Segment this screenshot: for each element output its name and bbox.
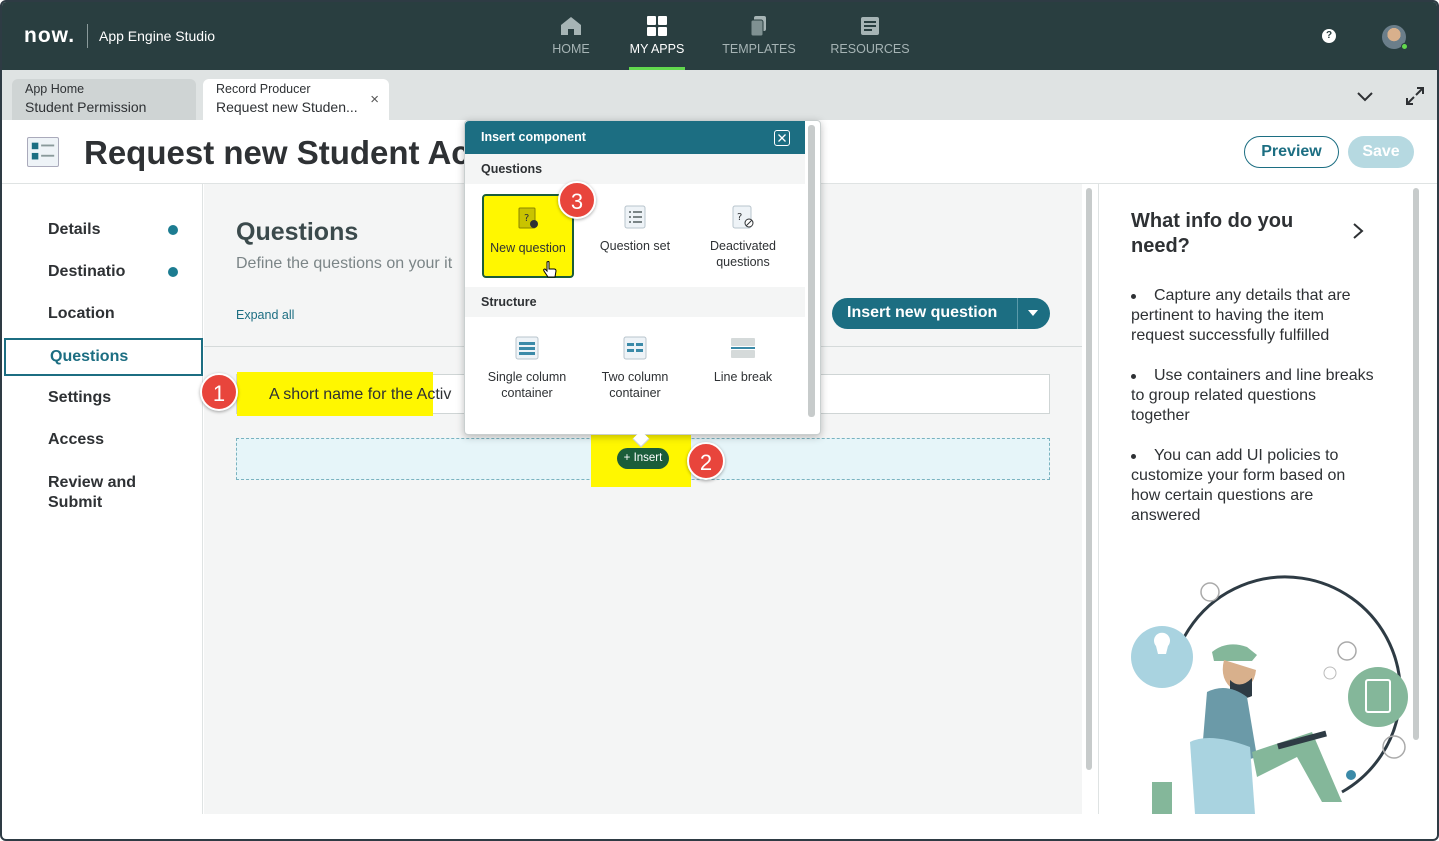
chevron-down-icon[interactable] [1356,87,1374,105]
section-title: Questions [236,218,359,246]
tab-type-label: App Home [25,82,85,96]
scrollbar[interactable] [1413,188,1419,740]
form-icon [27,137,59,167]
step-questions[interactable]: Questions [4,338,203,376]
tip-item: You can add UI policies to customize you… [1131,446,1376,526]
preview-button[interactable]: Preview [1244,136,1339,168]
tab-name-label: Student Permission [25,99,147,115]
section-label: Questions [481,162,543,176]
page-title: Request new Student Ac [84,134,470,171]
tab-record-producer[interactable]: Record Producer Request new Studen... × [203,79,389,120]
svg-text:?: ? [524,213,529,224]
option-label: Question set [599,239,671,253]
nav-resources[interactable]: RESOURCES [820,14,920,70]
two-column-icon [623,336,647,360]
nav-my-apps[interactable]: MY APPS [607,14,707,70]
deactivated-questions-icon: ? [732,205,754,229]
templates-icon [750,16,766,36]
expand-icon[interactable] [1404,85,1426,107]
section-structure: Structure [465,287,805,317]
split-divider [1017,298,1018,329]
step-label: Questions [50,348,129,365]
question-set-icon [624,205,646,229]
grid-icon [647,16,667,36]
question-set-option[interactable]: Question set [585,204,685,254]
step-label: Review and Submit [48,474,137,511]
step-label: Destinatio [48,263,126,280]
home-icon [561,17,581,35]
option-label: Single column container [487,370,567,400]
section-questions: Questions [465,154,805,184]
resources-icon [861,17,879,35]
option-label: Line break [713,370,773,384]
insert-new-question-button[interactable]: Insert new question [832,298,1050,329]
single-column-icon [515,336,539,360]
nav-my-apps-label: MY APPS [629,42,685,56]
logo-divider [87,24,88,48]
nav-home-label: HOME [552,42,590,56]
save-button[interactable]: Save [1348,136,1414,168]
tip-item: Use containers and line breaks to group … [1131,366,1376,426]
line-break-option[interactable]: Line break [693,335,793,385]
scrollbar[interactable] [808,125,815,417]
close-icon[interactable] [774,130,790,146]
insert-button[interactable]: + Insert [617,448,669,469]
step-review-submit[interactable]: Review and Submit [2,473,152,513]
nav-templates-label: TEMPLATES [722,42,796,56]
step-settings[interactable]: Settings [2,389,202,407]
close-icon[interactable]: × [370,91,379,108]
insert-component-popup: Insert component Questions ? New questio… [464,120,821,448]
step-location[interactable]: Location [2,305,202,323]
callout-1: 1 [200,373,238,411]
expand-all-link[interactable]: Expand all [236,308,294,322]
now-logo[interactable]: now. [24,24,75,48]
single-column-container-option[interactable]: Single column container [477,335,577,401]
tab-name-label: Request new Studen... [216,99,358,115]
section-subtitle: Define the questions on your it [236,255,453,272]
nav-templates[interactable]: TEMPLATES [709,14,809,70]
two-column-container-option[interactable]: Two column container [585,335,685,401]
step-label: Details [48,221,101,238]
tab-app-home[interactable]: App Home Student Permission [12,79,196,120]
callout-2: 2 [687,442,725,480]
option-label: Two column container [601,370,669,400]
line-break-icon [731,338,755,358]
step-access[interactable]: Access [2,431,202,449]
section-label: Structure [481,295,537,309]
step-label: Access [48,431,105,448]
help-icon[interactable]: ? [1322,29,1336,43]
deactivated-questions-option[interactable]: ? Deactivated questions [693,204,793,270]
new-question-icon: ? [518,207,538,229]
presence-indicator [1401,43,1408,50]
popup-header: Insert component [465,121,805,154]
question-label: A short name for the Activ [269,386,452,403]
app-window: now. App Engine Studio HOME MY APPS TEMP… [0,0,1439,841]
step-label: Location [48,305,115,322]
top-nav: now. App Engine Studio HOME MY APPS TEMP… [2,2,1437,70]
popup-title: Insert component [481,130,586,144]
chevron-right-icon[interactable] [1351,222,1365,240]
app-name: App Engine Studio [99,28,215,44]
complete-indicator [168,225,178,235]
hand-cursor-icon [543,261,557,278]
caret-down-icon[interactable] [1028,310,1038,316]
complete-indicator [168,267,178,277]
tips-list: Capture any details that are pertinent t… [1131,286,1376,546]
option-label: Deactivated questions [709,239,776,269]
insert-new-question-label: Insert new question [847,304,998,321]
scrollbar[interactable] [1086,188,1092,770]
person-with-laptop-illustration [1131,575,1408,814]
nav-home[interactable]: HOME [521,14,621,70]
svg-text:?: ? [737,212,742,223]
step-navigation: Details Destinatio Location Questions Se… [2,184,203,814]
nav-resources-label: RESOURCES [830,42,910,56]
tab-type-label: Record Producer [216,82,311,96]
step-label: Settings [48,389,112,406]
help-panel-title: What info do you need? [1131,210,1294,257]
option-label: New question [490,241,566,255]
tip-item: Capture any details that are pertinent t… [1131,286,1376,346]
callout-3: 3 [558,181,596,219]
tabs-bar: App Home Student Permission Record Produ… [2,70,1437,120]
